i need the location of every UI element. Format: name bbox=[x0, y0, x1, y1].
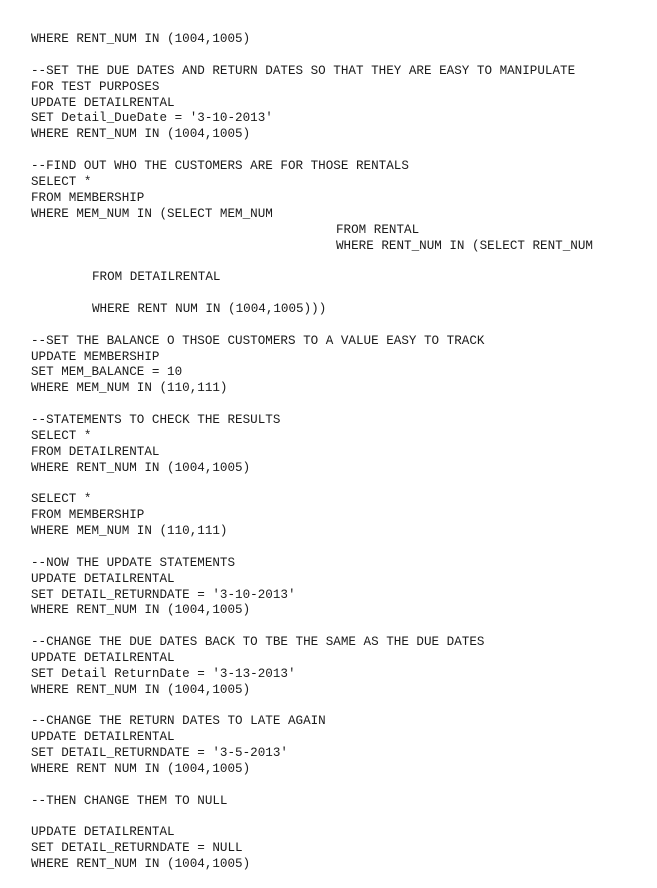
code-comment-line: --CHANGE THE RETURN DATES TO LATE AGAIN bbox=[31, 714, 326, 728]
code-line: WHERE RENT_NUM IN (SELECT RENT_NUM bbox=[336, 239, 593, 253]
code-comment-line: --CHANGE THE DUE DATES BACK TO TBE THE S… bbox=[31, 635, 485, 649]
code-line: FROM DETAILRENTAL bbox=[31, 445, 160, 459]
code-line: WHERE RENT_NUM IN (1004,1005) bbox=[31, 127, 251, 141]
sql-script-document: WHERE RENT_NUM IN (1004,1005) --SET THE … bbox=[0, 0, 657, 888]
code-line: SET DETAIL_RETURNDATE = NULL bbox=[31, 841, 243, 855]
code-line: UPDATE DETAILRENTAL bbox=[31, 96, 175, 110]
code-line: WHERE RENT_NUM IN (1004,1005) bbox=[31, 683, 251, 697]
code-line: UPDATE DETAILRENTAL bbox=[31, 572, 175, 586]
code-line: SET DETAIL_RETURNDATE = '3-5-2013' bbox=[31, 746, 288, 760]
code-line: WHERE RENT_NUM IN (1004,1005) bbox=[31, 857, 251, 871]
code-line: SET Detail_DueDate = '3-10-2013' bbox=[31, 111, 273, 125]
code-line: WHERE MEM_NUM IN (110,111) bbox=[31, 524, 228, 538]
code-line: UPDATE DETAILRENTAL bbox=[31, 730, 175, 744]
code-line: WHERE RENT NUM IN (1004,1005) bbox=[31, 762, 251, 776]
code-line: WHERE RENT_NUM IN (1004,1005) bbox=[31, 461, 251, 475]
code-line: SELECT * bbox=[31, 175, 92, 189]
code-line: FROM MEMBERSHIP bbox=[31, 191, 145, 205]
code-line: SET Detail ReturnDate = '3-13-2013' bbox=[31, 667, 296, 681]
code-comment-line: --NOW THE UPDATE STATEMENTS bbox=[31, 556, 236, 570]
code-line: WHERE RENT_NUM IN (1004,1005) bbox=[31, 32, 251, 46]
code-comment-line: --STATEMENTS TO CHECK THE RESULTS bbox=[31, 413, 281, 427]
code-line: WHERE RENT_NUM IN (1004,1005) bbox=[31, 603, 251, 617]
code-comment-line: --SET THE DUE DATES AND RETURN DATES SO … bbox=[31, 64, 576, 78]
code-line: SELECT * bbox=[31, 492, 92, 506]
code-line: FROM DETAILRENTAL bbox=[92, 270, 221, 284]
code-comment-line: --SET THE BALANCE O THSOE CUSTOMERS TO A… bbox=[31, 334, 485, 348]
code-line: FROM MEMBERSHIP bbox=[31, 508, 145, 522]
code-line: SET DETAIL_RETURNDATE = '3-10-2013' bbox=[31, 588, 296, 602]
code-line: WHERE MEM_NUM IN (SELECT MEM_NUM bbox=[31, 207, 273, 221]
code-line: UPDATE MEMBERSHIP bbox=[31, 350, 160, 364]
code-line: UPDATE DETAILRENTAL bbox=[31, 651, 175, 665]
code-comment-line: --THEN CHANGE THEM TO NULL bbox=[31, 794, 228, 808]
code-line: UPDATE DETAILRENTAL bbox=[31, 825, 175, 839]
code-comment-line: --FIND OUT WHO THE CUSTOMERS ARE FOR THO… bbox=[31, 159, 409, 173]
code-line: WHERE MEM_NUM IN (110,111) bbox=[31, 381, 228, 395]
code-line: SET MEM_BALANCE = 10 bbox=[31, 365, 183, 379]
code-comment-line: FOR TEST PURPOSES bbox=[31, 80, 160, 94]
code-line: SELECT * bbox=[31, 429, 92, 443]
code-line: FROM RENTAL bbox=[336, 223, 420, 237]
code-line: WHERE RENT NUM IN (1004,1005))) bbox=[92, 302, 327, 316]
